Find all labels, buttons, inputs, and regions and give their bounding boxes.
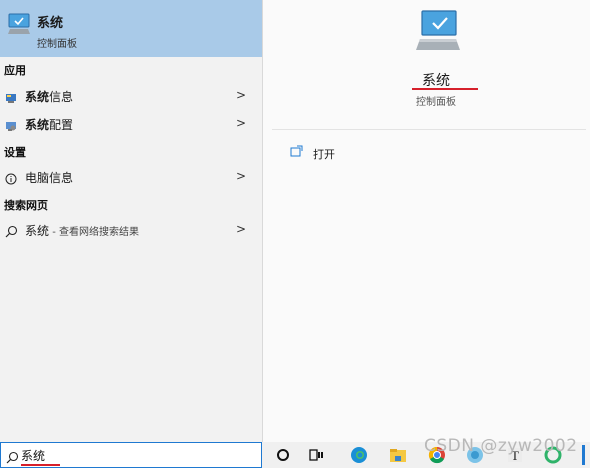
- section-web-heading: 搜索网页: [4, 199, 48, 212]
- best-match-title: 系统: [37, 16, 64, 31]
- detail-panel: [263, 0, 590, 442]
- app-item-label-bold: 系统: [25, 118, 50, 132]
- open-action-label: 打开: [313, 148, 335, 161]
- best-match-subtitle: 控制面板: [37, 39, 77, 50]
- section-settings-heading: 设置: [4, 146, 26, 159]
- chevron-right-icon[interactable]: >: [236, 169, 246, 183]
- chevron-right-icon[interactable]: >: [236, 88, 246, 102]
- search-input[interactable]: [21, 445, 221, 465]
- open-icon: [290, 143, 304, 162]
- web-search-query: 系统: [25, 224, 50, 238]
- annotation-underline: [412, 88, 478, 90]
- app-item-label-rest: 配置: [49, 118, 74, 132]
- system-info-icon: [5, 89, 17, 108]
- web-search-suffix: - 查看网络搜索结果: [49, 227, 139, 238]
- search-results-panel: 系统 控制面板 应用 系统信息 > 系统配置 > 设置 电脑信息 > 搜索网页 …: [0, 0, 263, 442]
- cortana-icon[interactable]: [272, 445, 294, 465]
- open-action[interactable]: 打开: [290, 143, 335, 162]
- best-match-item[interactable]: 系统 控制面板: [0, 0, 262, 57]
- app-item-label-bold: 系统: [25, 90, 50, 104]
- app-item-label-rest: 信息: [49, 90, 74, 104]
- task-view-icon[interactable]: [305, 445, 327, 465]
- detail-title: 系统: [422, 73, 450, 89]
- section-apps-heading: 应用: [4, 64, 26, 77]
- edge-icon[interactable]: [348, 445, 370, 465]
- settings-item-pc-info[interactable]: 电脑信息 >: [0, 164, 262, 190]
- search-icon: [6, 449, 19, 468]
- file-explorer-icon[interactable]: [387, 445, 409, 465]
- show-desktop-button[interactable]: [582, 445, 585, 465]
- detail-subtitle: 控制面板: [416, 97, 456, 108]
- chevron-right-icon[interactable]: >: [236, 222, 246, 236]
- web-search-item[interactable]: 系统 - 查看网络搜索结果 >: [0, 217, 262, 243]
- app-item-system-config[interactable]: 系统配置 >: [0, 111, 262, 137]
- system-monitor-large-icon: [414, 9, 462, 57]
- search-icon: [5, 223, 18, 242]
- watermark: CSDN @zyw2002: [424, 436, 578, 456]
- annotation-underline: [21, 464, 60, 466]
- app-item-system-info[interactable]: 系统信息 >: [0, 83, 262, 109]
- detail-divider: [272, 129, 586, 130]
- info-icon: [5, 170, 17, 189]
- chevron-right-icon[interactable]: >: [236, 116, 246, 130]
- system-config-icon: [5, 117, 17, 136]
- settings-item-label: 电脑信息: [25, 171, 74, 185]
- system-monitor-icon: [7, 13, 31, 39]
